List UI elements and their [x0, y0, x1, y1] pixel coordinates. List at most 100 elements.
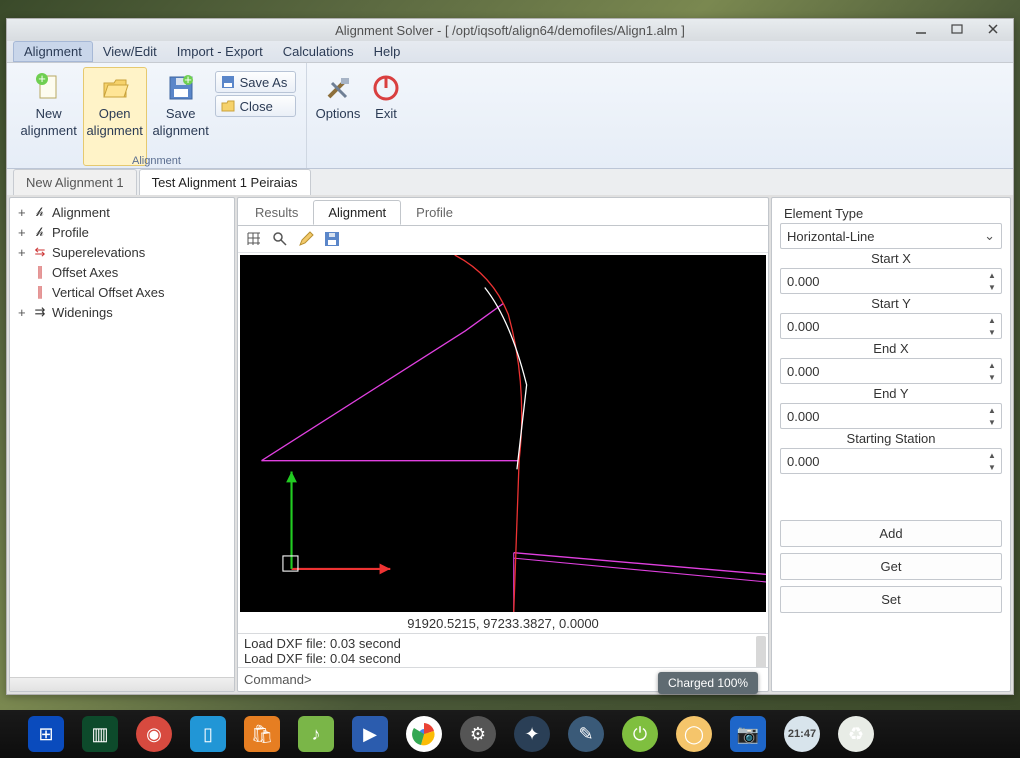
project-tree[interactable]: +𝒽Alignment +𝒽Profile +⇆Superelevations … — [10, 198, 234, 326]
spin-down-icon[interactable]: ▼ — [985, 416, 999, 428]
chevron-down-icon: ⌄ — [984, 228, 995, 244]
log-panel: Load DXF file: 0.03 second Load DXF file… — [238, 633, 768, 667]
ribbon: + New alignment Open alignment + Save al… — [7, 63, 1013, 169]
tree-item-widenings[interactable]: +⇉Widenings — [14, 302, 230, 322]
coordinates-readout: 91920.5215, 97233.3827, 0.0000 — [238, 614, 768, 633]
clock-icon[interactable]: 21:47 — [784, 716, 820, 752]
close-button[interactable] — [975, 19, 1011, 39]
pencil-icon[interactable] — [296, 230, 316, 248]
starty-input[interactable]: 0.000▲▼ — [780, 313, 1002, 339]
properties-panel: Element Type Horizontal-Line ⌄ Start X 0… — [771, 197, 1011, 692]
save-as-button[interactable]: Save As — [215, 71, 297, 93]
tab-results[interactable]: Results — [240, 200, 313, 225]
menu-importexport[interactable]: Import - Export — [167, 41, 273, 62]
files-icon[interactable]: ▥ — [82, 716, 118, 752]
tree-item-alignment[interactable]: +𝒽Alignment — [14, 202, 230, 222]
startx-input[interactable]: 0.000▲▼ — [780, 268, 1002, 294]
save-disk-icon[interactable] — [322, 230, 342, 248]
save-alignment-button[interactable]: + Save alignment — [149, 67, 213, 166]
close-file-button[interactable]: Close — [215, 95, 297, 117]
app-icon[interactable]: ▯ — [190, 716, 226, 752]
music-icon[interactable]: ♪ — [298, 716, 334, 752]
doc-tab-0[interactable]: New Alignment 1 — [13, 169, 137, 195]
spin-up-icon[interactable]: ▲ — [985, 449, 999, 461]
center-panel: Results Alignment Profile — [237, 197, 769, 692]
tree-item-profile[interactable]: +𝒽Profile — [14, 222, 230, 242]
starting-station-label: Starting Station — [780, 429, 1002, 448]
curve-icon: 𝒽 — [32, 224, 48, 240]
minimize-button[interactable] — [903, 19, 939, 39]
element-type-label: Element Type — [780, 204, 1002, 223]
spin-down-icon[interactable]: ▼ — [985, 281, 999, 293]
startx-label: Start X — [780, 249, 1002, 268]
open-alignment-button[interactable]: Open alignment — [83, 67, 147, 166]
log-line: Load DXF file: 0.04 second — [244, 651, 762, 666]
tree-panel: +𝒽Alignment +𝒽Profile +⇆Superelevations … — [9, 197, 235, 692]
tree-scrollbar[interactable] — [10, 677, 234, 691]
new-alignment-button[interactable]: + New alignment — [17, 67, 81, 166]
curve-icon: 𝒽 — [32, 204, 48, 220]
spin-up-icon[interactable]: ▲ — [985, 269, 999, 281]
menu-viewedit[interactable]: View/Edit — [93, 41, 167, 62]
canvas-toolbar — [238, 226, 768, 253]
store-icon[interactable]: 🛍 — [244, 716, 280, 752]
endy-input[interactable]: 0.000▲▼ — [780, 403, 1002, 429]
starting-station-input[interactable]: 0.000▲▼ — [780, 448, 1002, 474]
log-scrollbar[interactable] — [756, 636, 766, 667]
exit-button[interactable]: Exit — [365, 67, 407, 166]
spin-up-icon[interactable]: ▲ — [985, 359, 999, 371]
power-icon — [370, 72, 402, 104]
app-icon[interactable]: ✦ — [514, 716, 550, 752]
tab-alignment[interactable]: Alignment — [313, 200, 401, 225]
bars-icon: ∥ — [32, 284, 48, 300]
endy-label: End Y — [780, 384, 1002, 403]
maximize-button[interactable] — [939, 19, 975, 39]
settings-icon[interactable]: ⚙ — [460, 716, 496, 752]
spin-up-icon[interactable]: ▲ — [985, 314, 999, 326]
spin-up-icon[interactable]: ▲ — [985, 404, 999, 416]
set-button[interactable]: Set — [780, 586, 1002, 613]
get-button[interactable]: Get — [780, 553, 1002, 580]
spin-down-icon[interactable]: ▼ — [985, 461, 999, 473]
menu-calculations[interactable]: Calculations — [273, 41, 364, 62]
zoom-icon[interactable] — [270, 230, 290, 248]
element-type-select[interactable]: Horizontal-Line ⌄ — [780, 223, 1002, 249]
alignment-canvas[interactable] — [240, 255, 766, 612]
svg-text:+: + — [184, 73, 192, 87]
save-disk-icon — [220, 74, 236, 90]
spin-down-icon[interactable]: ▼ — [985, 371, 999, 383]
open-folder-icon — [99, 72, 131, 104]
app-icon[interactable]: ✎ — [568, 716, 604, 752]
new-file-icon: + — [33, 72, 65, 104]
taskbar[interactable]: ⊞ ▥ ◉ ▯ 🛍 ♪ ▶ ⚙ ✦ ✎ ⏻ ◯ 📷 21:47 ♻ — [0, 710, 1020, 758]
add-button[interactable]: Add — [780, 520, 1002, 547]
options-button[interactable]: Options — [313, 67, 363, 166]
endx-label: End X — [780, 339, 1002, 358]
camera-icon[interactable]: 📷 — [730, 716, 766, 752]
menu-alignment[interactable]: Alignment — [13, 41, 93, 62]
trash-icon[interactable]: ♻ — [838, 716, 874, 752]
spin-down-icon[interactable]: ▼ — [985, 326, 999, 338]
menu-help[interactable]: Help — [364, 41, 411, 62]
log-line: Load DXF file: 0.03 second — [244, 636, 762, 651]
start-menu-icon[interactable]: ⊞ — [28, 716, 64, 752]
main-content: +𝒽Alignment +𝒽Profile +⇆Superelevations … — [7, 195, 1013, 694]
tree-item-superelevations[interactable]: +⇆Superelevations — [14, 242, 230, 262]
tab-profile[interactable]: Profile — [401, 200, 468, 225]
widenings-icon: ⇉ — [32, 304, 48, 320]
video-icon[interactable]: ▶ — [352, 716, 388, 752]
document-tabs: New Alignment 1 Test Alignment 1 Peiraia… — [7, 169, 1013, 195]
tools-icon — [322, 72, 354, 104]
chrome-icon[interactable] — [406, 716, 442, 752]
view-tabs: Results Alignment Profile — [238, 198, 768, 226]
ribbon-group-label: Alignment — [7, 155, 306, 167]
tree-item-vertical-offset-axes[interactable]: ∥Vertical Offset Axes — [14, 282, 230, 302]
grid-icon[interactable] — [244, 230, 264, 248]
app-window: Alignment Solver - [ /opt/iqsoft/align64… — [6, 18, 1014, 695]
app-icon[interactable]: ◉ — [136, 716, 172, 752]
tree-item-offset-axes[interactable]: ∥Offset Axes — [14, 262, 230, 282]
power-icon[interactable]: ⏻ — [622, 716, 658, 752]
app-icon[interactable]: ◯ — [676, 716, 712, 752]
endx-input[interactable]: 0.000▲▼ — [780, 358, 1002, 384]
doc-tab-1[interactable]: Test Alignment 1 Peiraias — [139, 169, 311, 195]
